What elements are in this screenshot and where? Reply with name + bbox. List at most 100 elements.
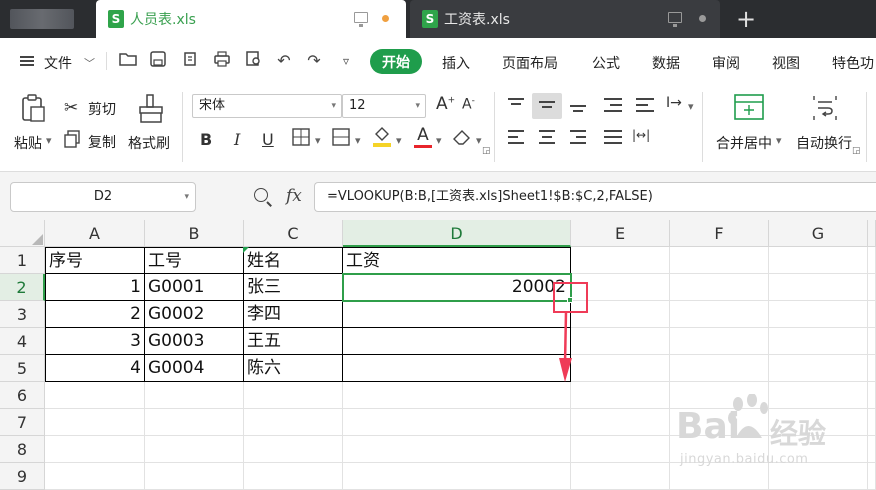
cell-d1[interactable]: 工资 <box>343 247 571 274</box>
format-painter-icon[interactable] <box>138 94 164 128</box>
copy-button[interactable]: 复制 <box>88 132 116 152</box>
empty-cell[interactable] <box>670 274 769 301</box>
empty-cell[interactable] <box>868 436 876 463</box>
empty-cell[interactable] <box>571 247 670 274</box>
paste-button[interactable]: 粘贴 <box>14 133 42 153</box>
hamburger-menu-icon[interactable] <box>20 56 34 66</box>
empty-cell[interactable] <box>769 355 868 382</box>
more-dropdown-icon[interactable]: ▿ <box>336 51 356 71</box>
scissors-icon[interactable]: ✂ <box>64 98 78 118</box>
chevron-down-icon[interactable]: ▾ <box>396 134 402 147</box>
cell-c2[interactable]: 张三 <box>244 274 343 301</box>
name-box[interactable]: D2 ▾ <box>10 182 196 212</box>
expand-dialog-icon[interactable]: ◲ <box>482 146 491 156</box>
cell-b3[interactable]: G0002 <box>145 301 244 328</box>
empty-cell[interactable] <box>343 382 571 409</box>
undo-icon[interactable]: ↶ <box>274 51 294 71</box>
row-header-9[interactable]: 9 <box>0 463 45 490</box>
fill-color-icon[interactable] <box>372 126 392 152</box>
cell-d3[interactable] <box>343 301 571 328</box>
empty-cell[interactable] <box>571 382 670 409</box>
expand-dialog-icon[interactable]: ◲ <box>852 146 861 156</box>
cell-a1[interactable]: 序号 <box>45 247 145 274</box>
chevron-down-icon[interactable]: ▾ <box>184 183 189 211</box>
empty-cell[interactable] <box>670 463 769 490</box>
eraser-icon[interactable] <box>452 128 472 150</box>
italic-button[interactable]: I <box>234 130 240 149</box>
column-header-partial[interactable] <box>868 220 876 247</box>
chevron-down-icon[interactable]: ▾ <box>776 134 782 147</box>
font-size-select[interactable]: 12 ▾ <box>342 94 426 118</box>
print-preview-icon[interactable] <box>244 51 264 71</box>
row-header-7[interactable]: 7 <box>0 409 45 436</box>
row-header-6[interactable]: 6 <box>0 382 45 409</box>
empty-cell[interactable] <box>769 247 868 274</box>
empty-cell[interactable] <box>145 382 244 409</box>
cell-c4[interactable]: 王五 <box>244 328 343 355</box>
empty-cell[interactable] <box>670 328 769 355</box>
decrease-font-size-icon[interactable]: A- <box>462 96 475 113</box>
unsaved-dot-icon[interactable] <box>382 15 389 22</box>
empty-cell[interactable] <box>244 382 343 409</box>
cell-border-icon[interactable] <box>332 128 350 150</box>
cell-b2[interactable]: G0001 <box>145 274 244 301</box>
fx-icon[interactable]: fx <box>286 186 302 206</box>
empty-cell[interactable] <box>868 301 876 328</box>
row-header-8[interactable]: 8 <box>0 436 45 463</box>
empty-cell[interactable] <box>145 436 244 463</box>
unsaved-dot-icon[interactable] <box>699 15 706 22</box>
file-menu[interactable]: 文件 <box>44 53 72 73</box>
empty-cell[interactable] <box>571 355 670 382</box>
empty-cell[interactable] <box>571 463 670 490</box>
empty-cell[interactable] <box>868 247 876 274</box>
cell-a4[interactable]: 3 <box>45 328 145 355</box>
cell-d5[interactable] <box>343 355 571 382</box>
empty-cell[interactable] <box>670 247 769 274</box>
bold-button[interactable]: B <box>200 130 212 149</box>
empty-cell[interactable] <box>670 301 769 328</box>
tab-view[interactable]: 视图 <box>772 53 800 73</box>
chevron-down-icon[interactable]: ▾ <box>46 134 52 147</box>
copy-icon[interactable] <box>64 130 80 152</box>
cell-a3[interactable]: 2 <box>45 301 145 328</box>
tab-page-layout[interactable]: 页面布局 <box>502 53 558 73</box>
tab-formulas[interactable]: 公式 <box>592 53 620 73</box>
empty-cell[interactable] <box>868 355 876 382</box>
empty-cell[interactable] <box>769 274 868 301</box>
increase-font-size-icon[interactable]: A+ <box>436 94 455 114</box>
cell-c1[interactable]: 姓名 <box>244 247 343 274</box>
merge-center-button[interactable]: 合并居中 <box>716 133 772 153</box>
empty-cell[interactable] <box>769 328 868 355</box>
tab-special-features[interactable]: 特色功 <box>832 53 874 73</box>
chevron-down-icon[interactable]: ▾ <box>415 95 420 117</box>
tab-personnel-xls[interactable]: S 人员表.xls <box>96 0 406 38</box>
cell-b5[interactable]: G0004 <box>145 355 244 382</box>
redo-icon[interactable]: ↷ <box>304 51 324 71</box>
empty-cell[interactable] <box>868 328 876 355</box>
cell-b1[interactable]: 工号 <box>145 247 244 274</box>
column-header-a[interactable]: A <box>45 220 145 247</box>
cell-c3[interactable]: 李四 <box>244 301 343 328</box>
export-icon[interactable] <box>180 51 200 71</box>
empty-cell[interactable] <box>868 463 876 490</box>
empty-cell[interactable] <box>868 274 876 301</box>
row-header-2[interactable]: 2 <box>0 274 45 301</box>
font-color-icon[interactable]: A <box>414 126 432 148</box>
column-header-b[interactable]: B <box>145 220 244 247</box>
column-header-g[interactable]: G <box>769 220 868 247</box>
row-header-5[interactable]: 5 <box>0 355 45 382</box>
cell-d2[interactable]: 20002 <box>343 274 571 301</box>
distribute-icon[interactable]: |↔| <box>632 128 650 142</box>
formula-input[interactable]: =VLOOKUP(B:B,[工资表.xls]Sheet1!$B:$C,2,FAL… <box>314 182 876 212</box>
wrap-text-button[interactable]: 自动换行 <box>796 133 852 153</box>
zoom-icon[interactable] <box>254 188 268 202</box>
new-tab-plus-icon[interactable]: + <box>736 5 756 33</box>
tab-review[interactable]: 审阅 <box>712 53 740 73</box>
empty-cell[interactable] <box>343 409 571 436</box>
chevron-down-icon[interactable]: ▾ <box>355 134 361 147</box>
cell-a5[interactable]: 4 <box>45 355 145 382</box>
cell-d4[interactable] <box>343 328 571 355</box>
underline-button[interactable]: U <box>262 130 274 149</box>
text-direction-icon[interactable]: I→ <box>666 95 682 111</box>
column-header-d[interactable]: D <box>343 220 571 247</box>
